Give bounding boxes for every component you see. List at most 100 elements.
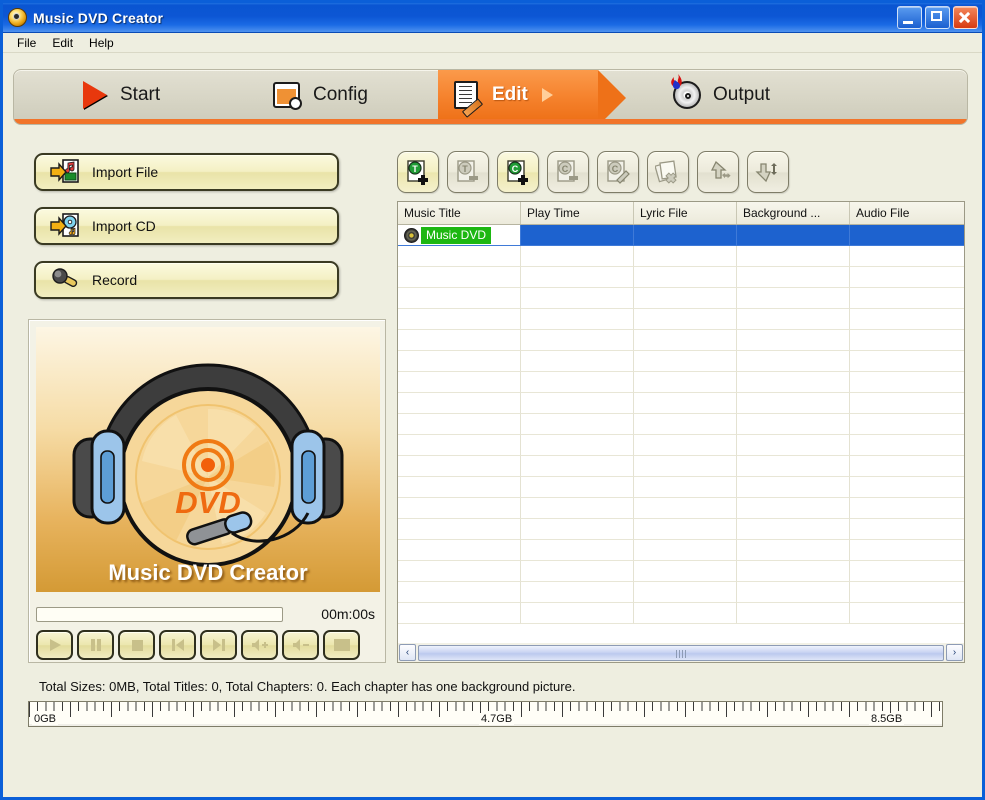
table-cell[interactable] xyxy=(398,288,521,309)
seek-slider[interactable] xyxy=(36,607,283,622)
move-up-button[interactable] xyxy=(697,151,739,193)
table-cell[interactable] xyxy=(850,540,964,561)
table-cell[interactable] xyxy=(737,603,850,624)
table-cell[interactable] xyxy=(737,414,850,435)
table-row[interactable] xyxy=(398,393,964,414)
import-cd-button[interactable]: Import CD xyxy=(34,207,339,245)
table-cell[interactable] xyxy=(398,351,521,372)
table-cell[interactable] xyxy=(398,519,521,540)
delete-all-button[interactable] xyxy=(647,151,689,193)
table-row[interactable] xyxy=(398,603,964,624)
cell-play-time[interactable] xyxy=(521,225,634,246)
table-cell[interactable] xyxy=(398,540,521,561)
table-cell[interactable] xyxy=(737,582,850,603)
table-cell[interactable] xyxy=(737,393,850,414)
table-row[interactable] xyxy=(398,498,964,519)
table-cell[interactable] xyxy=(737,246,850,267)
table-cell[interactable] xyxy=(634,372,737,393)
volume-down-button[interactable] xyxy=(282,630,319,660)
table-cell[interactable] xyxy=(634,393,737,414)
table-cell[interactable] xyxy=(737,561,850,582)
table-cell[interactable] xyxy=(398,435,521,456)
table-cell[interactable] xyxy=(850,309,964,330)
menu-item-edit[interactable]: Edit xyxy=(44,35,81,51)
table-cell[interactable] xyxy=(850,582,964,603)
table-cell[interactable] xyxy=(398,267,521,288)
column-header-play-time[interactable]: Play Time xyxy=(521,202,634,224)
tab-output[interactable]: Output xyxy=(659,70,784,120)
menu-item-file[interactable]: File xyxy=(9,35,44,51)
table-cell[interactable] xyxy=(521,246,634,267)
table-row[interactable]: Music DVD xyxy=(398,225,964,246)
table-cell[interactable] xyxy=(737,456,850,477)
record-button[interactable]: Record xyxy=(34,261,339,299)
menu-item-help[interactable]: Help xyxy=(81,35,122,51)
table-cell[interactable] xyxy=(521,435,634,456)
table-cell[interactable] xyxy=(850,246,964,267)
table-cell[interactable] xyxy=(634,477,737,498)
table-cell[interactable] xyxy=(634,603,737,624)
table-cell[interactable] xyxy=(634,330,737,351)
column-header-background[interactable]: Background ... xyxy=(737,202,850,224)
tab-start[interactable]: Start xyxy=(66,70,174,120)
move-down-button[interactable] xyxy=(747,151,789,193)
table-cell[interactable] xyxy=(850,477,964,498)
table-cell[interactable] xyxy=(850,498,964,519)
table-cell[interactable] xyxy=(398,393,521,414)
table-cell[interactable] xyxy=(634,582,737,603)
remove-chapter-button[interactable]: C xyxy=(547,151,589,193)
table-cell[interactable] xyxy=(634,540,737,561)
table-row[interactable] xyxy=(398,372,964,393)
minimize-button[interactable] xyxy=(897,6,922,29)
table-cell[interactable] xyxy=(398,456,521,477)
previous-button[interactable] xyxy=(159,630,196,660)
table-cell[interactable] xyxy=(521,288,634,309)
cell-audio-file[interactable] xyxy=(850,225,964,246)
close-button[interactable] xyxy=(953,6,978,29)
table-row[interactable] xyxy=(398,435,964,456)
table-cell[interactable] xyxy=(398,603,521,624)
table-row[interactable] xyxy=(398,351,964,372)
tab-edit[interactable]: Edit xyxy=(438,70,626,124)
table-cell[interactable] xyxy=(737,477,850,498)
cell-lyric-file[interactable] xyxy=(634,225,737,246)
cell-music-title[interactable]: Music DVD xyxy=(398,225,521,246)
table-cell[interactable] xyxy=(850,393,964,414)
table-cell[interactable] xyxy=(398,582,521,603)
table-cell[interactable] xyxy=(634,246,737,267)
table-row[interactable] xyxy=(398,456,964,477)
edit-chapter-button[interactable]: C xyxy=(597,151,639,193)
table-cell[interactable] xyxy=(521,519,634,540)
table-cell[interactable] xyxy=(634,288,737,309)
table-cell[interactable] xyxy=(634,351,737,372)
title-edit-field[interactable]: Music DVD xyxy=(421,226,492,244)
table-cell[interactable] xyxy=(737,519,850,540)
table-cell[interactable] xyxy=(521,582,634,603)
table-cell[interactable] xyxy=(634,267,737,288)
table-row[interactable] xyxy=(398,561,964,582)
table-cell[interactable] xyxy=(634,519,737,540)
play-button[interactable] xyxy=(36,630,73,660)
table-cell[interactable] xyxy=(634,435,737,456)
next-button[interactable] xyxy=(200,630,237,660)
table-cell[interactable] xyxy=(521,414,634,435)
scroll-right-button[interactable]: › xyxy=(946,644,963,661)
table-cell[interactable] xyxy=(850,519,964,540)
table-row[interactable] xyxy=(398,309,964,330)
table-cell[interactable] xyxy=(737,351,850,372)
import-file-button[interactable]: Import File xyxy=(34,153,339,191)
table-cell[interactable] xyxy=(850,267,964,288)
table-row[interactable] xyxy=(398,414,964,435)
table-cell[interactable] xyxy=(850,330,964,351)
table-cell[interactable] xyxy=(737,498,850,519)
add-chapter-button[interactable]: C xyxy=(497,151,539,193)
table-cell[interactable] xyxy=(737,309,850,330)
table-cell[interactable] xyxy=(398,498,521,519)
scroll-left-button[interactable]: ‹ xyxy=(399,644,416,661)
table-cell[interactable] xyxy=(634,456,737,477)
table-row[interactable] xyxy=(398,519,964,540)
table-row[interactable] xyxy=(398,246,964,267)
cell-background[interactable] xyxy=(737,225,850,246)
table-cell[interactable] xyxy=(398,414,521,435)
table-row[interactable] xyxy=(398,267,964,288)
